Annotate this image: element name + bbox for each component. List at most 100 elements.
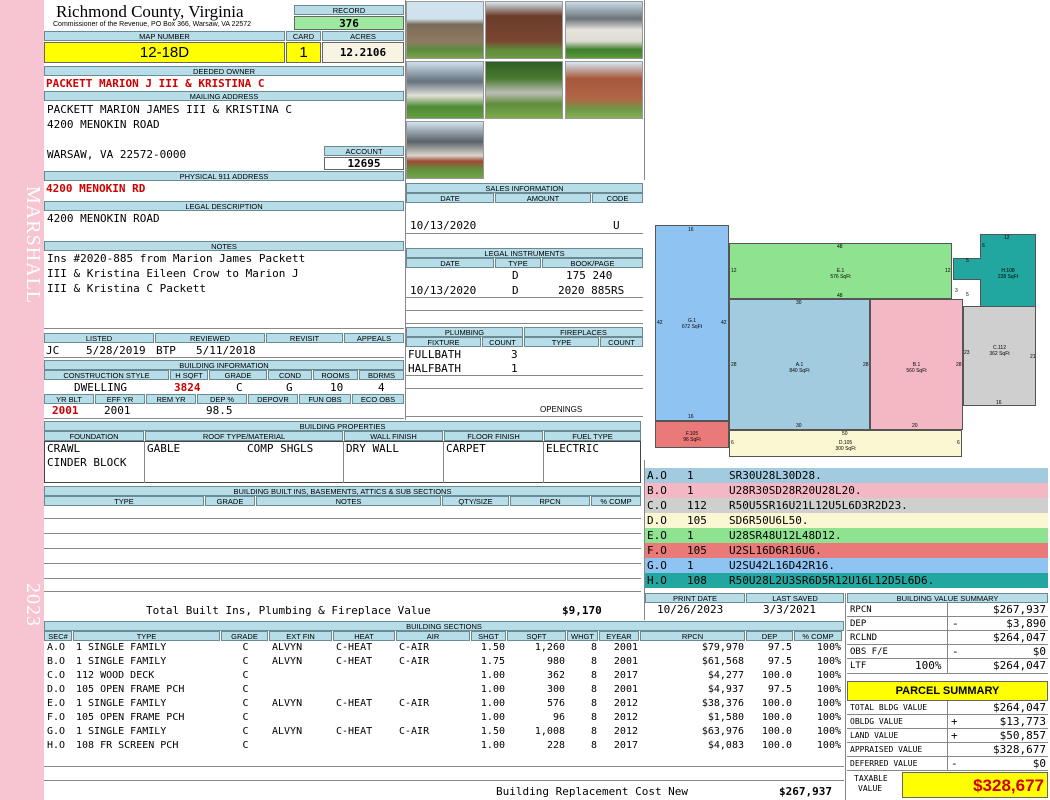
- legal-instr-label: LEGAL INSTRUMENTS: [406, 248, 643, 258]
- property-photo-7[interactable]: [406, 121, 484, 179]
- fp-h-count: COUNT: [600, 337, 643, 347]
- sales-label: SALES INFORMATION: [406, 183, 643, 193]
- grade: C: [236, 381, 243, 394]
- plumb-h-count: COUNT: [482, 337, 523, 347]
- legal-label: LEGAL DESCRIPTION: [44, 201, 404, 211]
- h-construction-style: CONSTRUCTION STYLE: [44, 370, 169, 380]
- h-funobs: FUN OBS: [299, 394, 351, 404]
- code-row-g: G.O 1 U2SU42L16D42R16.: [645, 558, 1048, 573]
- section-cell: 2012: [613, 712, 638, 723]
- section-cell: 2001: [613, 684, 638, 695]
- section-cell: C-AIR: [399, 642, 430, 653]
- sections-header-5: AIR: [396, 631, 470, 641]
- section-cell: 2017: [613, 740, 638, 751]
- construction-style: DWELLING: [74, 381, 127, 394]
- section-row: G.O 1 SINGLE FAMILY C ALVYN C-HEAT C-AIR 1.50 1…: [45, 725, 845, 739]
- li-h-type: TYPE: [495, 258, 541, 268]
- dim-10: 42: [721, 320, 727, 326]
- brcn-label: Building Replacement Cost New: [496, 785, 689, 798]
- li-book-2: 2020 885RS: [558, 284, 625, 297]
- dim-18: 16: [996, 400, 1002, 406]
- section-cell: ALVYN: [272, 698, 303, 709]
- section-cell: 8: [590, 712, 597, 723]
- section-cell: $4,083: [707, 740, 744, 751]
- sidebar: MARSHALL 2023: [0, 0, 44, 800]
- parcel-summary-label: PARCEL SUMMARY: [847, 681, 1048, 701]
- sections-header-12: % COMP: [794, 631, 842, 641]
- last-saved-label: LAST SAVED: [746, 593, 844, 603]
- dim-21: 20: [912, 423, 918, 429]
- section-cell: A.O: [47, 642, 66, 653]
- property-photo-4[interactable]: [406, 61, 484, 119]
- section-cell: 1.00: [480, 684, 505, 695]
- section-cell: $4,277: [707, 670, 744, 681]
- dim-5: 12: [1004, 235, 1010, 241]
- plumb-count-2: 1: [511, 362, 518, 375]
- foundation-2: CINDER BLOCK: [47, 456, 127, 469]
- builtins-h-comp: % COMP: [591, 496, 641, 506]
- eff-year: 2001: [104, 404, 131, 417]
- property-photo-3[interactable]: [565, 1, 643, 59]
- props-h-foundation: FOUNDATION: [44, 431, 144, 441]
- section-cell: 108 FR SCREEN PCH: [76, 740, 179, 751]
- li-h-date: DATE: [406, 258, 494, 268]
- plumb-h-fixture: FIXTURE: [406, 337, 481, 347]
- sections-header-9: EYEAR: [599, 631, 639, 641]
- dim-6: 6: [982, 243, 985, 249]
- property-photo-6[interactable]: [565, 61, 643, 119]
- property-photo-5[interactable]: [485, 61, 563, 119]
- section-cell: 105 OPEN FRAME PCH: [76, 684, 185, 695]
- property-photo-2[interactable]: [485, 1, 563, 59]
- section-cell: G.O: [47, 726, 66, 737]
- section-cell: 1 SINGLE FAMILY: [76, 656, 167, 667]
- sections-header-11: DEP: [746, 631, 793, 641]
- section-cell: H.O: [47, 740, 66, 751]
- h-bdrms: BDRMS: [359, 370, 404, 380]
- account-value: 12695: [324, 157, 404, 170]
- section-cell: C-AIR: [399, 698, 430, 709]
- plumb-fixture-2: HALFBATH: [408, 362, 461, 375]
- commissioner-line: Commissioner of the Revenue, PO Box 366,…: [53, 21, 252, 28]
- section-cell: 1.50: [480, 726, 505, 737]
- h-grade: GRADE: [209, 370, 267, 380]
- section-cell: C-HEAT: [336, 642, 373, 653]
- sketch-label-f: F.105 96 SqFt: [683, 431, 701, 443]
- section-cell: C.O: [47, 670, 66, 681]
- dim-8: 5: [966, 292, 969, 298]
- print-date-label: PRINT DATE: [645, 593, 745, 603]
- sketch-label-a: A.1 840 SqFt: [789, 362, 810, 374]
- property-photo-1[interactable]: [406, 1, 484, 59]
- section-cell: $63,976: [701, 726, 744, 737]
- dim-17: 28: [956, 362, 962, 368]
- section-cell: 300: [546, 684, 565, 695]
- dim-4: 5: [966, 258, 969, 264]
- year-label: 2023: [22, 583, 44, 627]
- heated-sqft: 3824: [174, 381, 201, 394]
- section-cell: 1.50: [480, 642, 505, 653]
- mail-line-2: 4200 MENOKIN ROAD: [47, 118, 160, 131]
- building-info-label: BUILDING INFORMATION: [44, 360, 404, 370]
- fuel-type: ELECTRIC: [546, 442, 599, 455]
- section-cell: C: [242, 712, 249, 723]
- floor-finish: CARPET: [446, 442, 486, 455]
- props-label: BUILDING PROPERTIES: [44, 421, 641, 431]
- section-cell: 97.5: [767, 684, 792, 695]
- reviewed-date: 5/11/2018: [196, 344, 256, 357]
- props-h-roof: ROOF TYPE/MATERIAL: [145, 431, 343, 441]
- section-cell: 100.0: [761, 726, 792, 737]
- dep-pct: 98.5: [206, 404, 233, 417]
- h-sqft: H SQFT: [170, 370, 208, 380]
- sketch-label-b: B.1 560 SqFt: [906, 362, 927, 374]
- code-row-c: C.O 112 R50U5SR16U21L12U5L6D3R2D23.: [645, 498, 1048, 513]
- notes-line-3: III & Kristina C Packett: [47, 282, 206, 295]
- section-cell: 2001: [613, 642, 638, 653]
- plumb-count-1: 3: [511, 348, 518, 361]
- section-cell: C: [242, 670, 249, 681]
- section-cell: 100.0: [761, 698, 792, 709]
- foundation-1: CRAWL: [47, 442, 81, 455]
- section-cell: 2017: [613, 670, 638, 681]
- section-cell: 96: [552, 712, 565, 723]
- card-number: 1: [286, 42, 321, 63]
- section-cell: 100.0: [761, 670, 792, 681]
- section-row: F.O 105 OPEN FRAME PCH C 1.00 96 8 2012 $1,580 1…: [45, 711, 845, 725]
